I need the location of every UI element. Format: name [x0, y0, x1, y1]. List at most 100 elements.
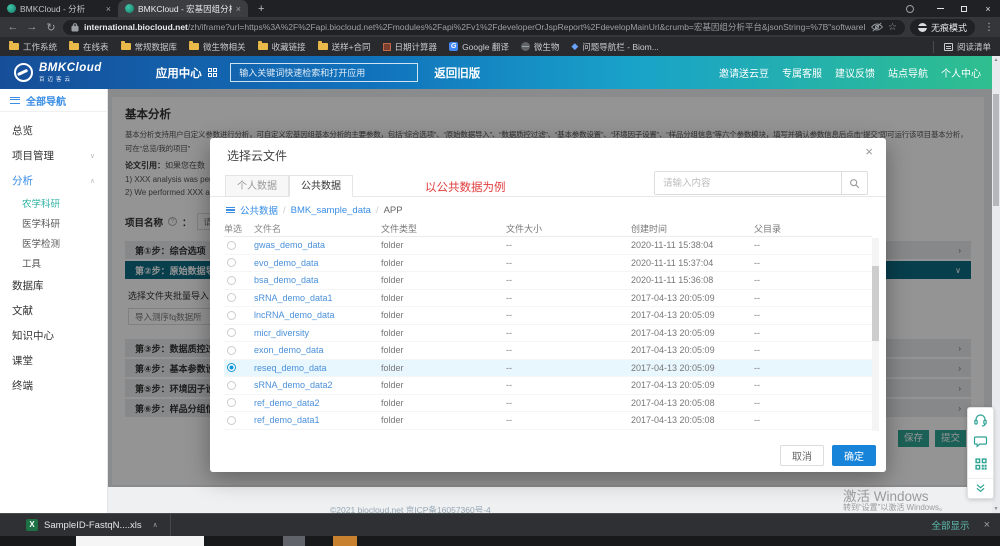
table-row[interactable]: sRNA_demo_data2 folder -- 2017-04-13 20:… [224, 377, 872, 395]
confirm-button[interactable]: 确定 [832, 445, 876, 466]
tab-personal-data[interactable]: 个人数据 [225, 175, 289, 197]
sidebar-subitem-agriculture[interactable]: 农学科研 [0, 193, 107, 213]
reload-icon[interactable]: ↻ [44, 21, 58, 34]
bookmark-star-icon[interactable]: ☆ [888, 22, 897, 33]
tab-close-icon[interactable]: × [236, 4, 241, 14]
scroll-up-icon[interactable]: ▲ [992, 57, 1000, 63]
sidebar-subitem-medical-research[interactable]: 医学科研 [0, 213, 107, 233]
radio-button[interactable] [227, 381, 236, 390]
file-name-link[interactable]: lncRNA_demo_data [254, 310, 381, 320]
bookmark-link[interactable]: GGoogle 翻译 [449, 41, 509, 53]
table-row[interactable]: bsa_demo_data folder -- 2020-11-11 15:36… [224, 272, 872, 290]
window-minimize-button[interactable] [928, 0, 952, 17]
scrollbar-thumb[interactable] [872, 266, 879, 341]
radio-button[interactable] [227, 311, 236, 320]
bookmark-folder[interactable]: 常规数据库 [121, 41, 178, 53]
nav-site-map-link[interactable]: 站点导航 [888, 65, 928, 80]
file-name-link[interactable]: reseq_demo_data [254, 363, 381, 373]
window-maximize-button[interactable] [952, 0, 976, 17]
radio-button-checked[interactable] [227, 363, 236, 372]
table-row[interactable]: ref_demo_data1 folder -- 2017-04-13 20:0… [224, 412, 872, 430]
browser-tab[interactable]: BMKCloud - 分析 × [0, 0, 118, 17]
table-row-selected[interactable]: reseq_demo_data folder -- 2017-04-13 20:… [224, 360, 872, 378]
new-tab-button[interactable]: + [258, 3, 264, 15]
bmkcloud-logo[interactable]: BMKCloud 百迈客云 [39, 62, 102, 83]
breadcrumb-bmk-sample-data[interactable]: BMK_sample_data [291, 205, 371, 216]
sidebar-subitem-tools[interactable]: 工具 [0, 253, 107, 273]
radio-button[interactable] [227, 258, 236, 267]
radio-button[interactable] [227, 328, 236, 337]
table-row[interactable]: lncRNA_demo_data folder -- 2017-04-13 20… [224, 307, 872, 325]
nav-personal-center-link[interactable]: 个人中心 [941, 65, 981, 80]
nav-invite-link[interactable]: 邀请送云豆 [719, 65, 769, 80]
chevron-up-icon[interactable]: ∧ [153, 521, 158, 529]
taskbar-window-white[interactable] [76, 536, 204, 546]
sidebar-item-analysis[interactable]: 分析∧ [0, 168, 107, 193]
sidebar-item-overview[interactable]: 总览 [0, 118, 107, 143]
tab-close-icon[interactable]: × [106, 4, 111, 14]
nav-customer-service-link[interactable]: 专属客服 [782, 65, 822, 80]
sidebar-item-database[interactable]: 数据库 [0, 273, 107, 298]
file-name-link[interactable]: sRNA_demo_data1 [254, 293, 381, 303]
back-icon[interactable]: ← [6, 21, 20, 33]
app-center-button[interactable]: 应用中心 [156, 65, 218, 81]
taskbar-window-gray[interactable] [283, 536, 305, 546]
table-row[interactable]: gwas_demo_data folder -- 2020-11-11 15:3… [224, 237, 872, 255]
breadcrumb-public-data[interactable]: 公共数据 [240, 203, 278, 217]
radio-button[interactable] [227, 398, 236, 407]
bookmark-folder[interactable]: 送样+合同 [318, 41, 371, 53]
sidebar-item-knowledge-center[interactable]: 知识中心 [0, 323, 107, 348]
file-name-link[interactable]: bsa_demo_data [254, 275, 381, 285]
table-row[interactable]: ref_demo_data2 folder -- 2017-04-13 20:0… [224, 395, 872, 413]
file-name-link[interactable]: ref_demo_data2 [254, 398, 381, 408]
file-name-link[interactable]: evo_demo_data [254, 258, 381, 268]
radio-button[interactable] [227, 241, 236, 250]
bookmark-link[interactable]: ◆问题导航栏 - Biom... [571, 41, 658, 53]
show-all-downloads-button[interactable]: 全部显示 [932, 518, 970, 532]
radio-button[interactable] [227, 416, 236, 425]
sidebar-item-literature[interactable]: 文献 [0, 298, 107, 323]
tab-public-data[interactable]: 公共数据 [289, 175, 353, 197]
table-row[interactable]: exon_demo_data folder -- 2017-04-13 20:0… [224, 342, 872, 360]
customer-service-headset-icon[interactable] [973, 412, 988, 432]
sidebar-item-terminal[interactable]: 终端 [0, 373, 107, 398]
bookmark-folder[interactable]: 收藏链接 [258, 41, 306, 53]
bookmark-link[interactable]: 日期计算器 [383, 41, 438, 53]
bmkcloud-logo-icon[interactable] [14, 63, 33, 82]
shelf-close-icon[interactable]: × [984, 519, 990, 531]
collapse-double-chevron-icon[interactable] [968, 478, 993, 494]
sidebar-subitem-medical-testing[interactable]: 医学检测 [0, 233, 107, 253]
taskbar-window-orange[interactable] [333, 536, 357, 546]
file-name-link[interactable]: ref_demo_data1 [254, 415, 381, 425]
radio-button[interactable] [227, 276, 236, 285]
bookmark-folder[interactable]: 微生物相关 [189, 41, 246, 53]
table-row[interactable]: sRNA_demo_data1 folder -- 2017-04-13 20:… [224, 290, 872, 308]
downloaded-file-item[interactable]: X SampleID-FastqN....xls ∧ [26, 519, 158, 531]
chat-bubble-icon[interactable] [973, 434, 988, 454]
bookmark-link[interactable]: 微生物 [521, 41, 560, 53]
header-search-input[interactable] [230, 63, 418, 82]
radio-button[interactable] [227, 346, 236, 355]
table-row[interactable]: micr_diversity folder -- 2017-04-13 20:0… [224, 325, 872, 343]
table-scrollbar[interactable] [872, 238, 879, 431]
sidebar-item-classroom[interactable]: 课堂 [0, 348, 107, 373]
cancel-button[interactable]: 取消 [780, 445, 824, 466]
bookmark-folder[interactable]: 工作系统 [9, 41, 57, 53]
profile-circle-icon[interactable] [906, 5, 914, 13]
file-name-link[interactable]: exon_demo_data [254, 345, 381, 355]
bookmark-folder[interactable]: 在线表 [69, 41, 109, 53]
file-name-link[interactable]: micr_diversity [254, 328, 381, 338]
scroll-down-icon[interactable]: ▼ [992, 506, 1000, 512]
tracking-protection-eye-icon[interactable] [871, 22, 883, 32]
sidebar-all-nav[interactable]: 全部导航 [0, 89, 107, 112]
table-row[interactable]: evo_demo_data folder -- 2020-11-11 15:37… [224, 255, 872, 273]
window-close-button[interactable]: × [976, 0, 1000, 17]
search-icon[interactable] [841, 172, 867, 194]
qr-code-icon[interactable] [974, 457, 988, 476]
file-name-link[interactable]: sRNA_demo_data2 [254, 380, 381, 390]
radio-button[interactable] [227, 293, 236, 302]
back-to-old-version-link[interactable]: 返回旧版 [434, 65, 480, 81]
forward-icon[interactable]: → [25, 21, 39, 33]
browser-tab-active[interactable]: BMKCloud - 宏基因组分析平台 × [118, 0, 248, 17]
scrollbar-thumb[interactable] [993, 94, 999, 206]
